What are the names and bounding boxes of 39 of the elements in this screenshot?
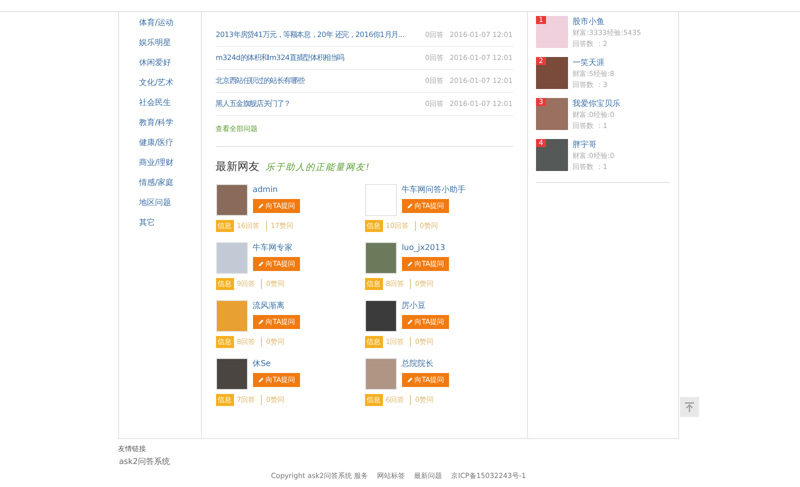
category-link[interactable]: 健康/医疗 [139, 136, 201, 150]
user-name-link[interactable]: 流风渐离 [252, 300, 300, 311]
category-link[interactable]: 其它 [139, 216, 201, 230]
pencil-icon [406, 319, 413, 325]
pencil-icon [406, 261, 413, 267]
back-to-top-button[interactable] [680, 397, 699, 417]
avatar-placeholder[interactable] [364, 300, 397, 332]
pencil-icon [406, 377, 413, 383]
pencil-icon [258, 377, 264, 383]
user-name-link[interactable]: 牛车网专家 [252, 242, 300, 253]
user-name-link[interactable]: admin [252, 184, 300, 195]
category-link[interactable]: 地区问题 [139, 196, 201, 210]
user-name-link[interactable]: 我爱你宝贝乐 [572, 98, 621, 109]
user-name-link[interactable]: 股市小鱼 [572, 16, 642, 27]
avatar-placeholder[interactable] [216, 358, 248, 390]
category-link[interactable]: 教育/科学 [139, 116, 201, 130]
category-link[interactable]: 娱乐明星 [139, 36, 201, 50]
arrow-up-icon [685, 402, 694, 412]
user-name-link[interactable]: 牛车网问答小助手 [402, 184, 466, 195]
pencil-icon [258, 261, 264, 267]
avatar-placeholder[interactable] [216, 184, 248, 216]
category-link[interactable]: 休闲爱好 [139, 56, 201, 70]
user-name-link[interactable]: 一笑天涯 [572, 57, 614, 68]
category-link[interactable]: 商业/理财 [139, 156, 201, 170]
user-name-link[interactable]: luo_jx2013 [402, 242, 450, 253]
pencil-icon [258, 319, 264, 325]
section-title: 最新网友 [216, 159, 260, 174]
category-link[interactable]: 文化/艺术 [139, 76, 201, 90]
friend-link[interactable]: ask2问答系统 [119, 456, 679, 467]
category-link[interactable]: 情感/家庭 [139, 176, 201, 190]
category-link[interactable]: 体育/运动 [139, 16, 201, 30]
pencil-icon [258, 203, 264, 209]
user-name-link[interactable]: 休Se [252, 358, 300, 369]
category-link[interactable]: 社会民生 [139, 96, 201, 110]
user-name-link[interactable]: 厉小豆 [402, 300, 450, 311]
user-name-link[interactable]: 胖宇哥 [572, 139, 614, 150]
user-name-link[interactable]: 总院院长 [402, 358, 450, 369]
pencil-icon [406, 203, 413, 209]
section-slogan: 乐于助人的正能量网友! [266, 162, 370, 174]
